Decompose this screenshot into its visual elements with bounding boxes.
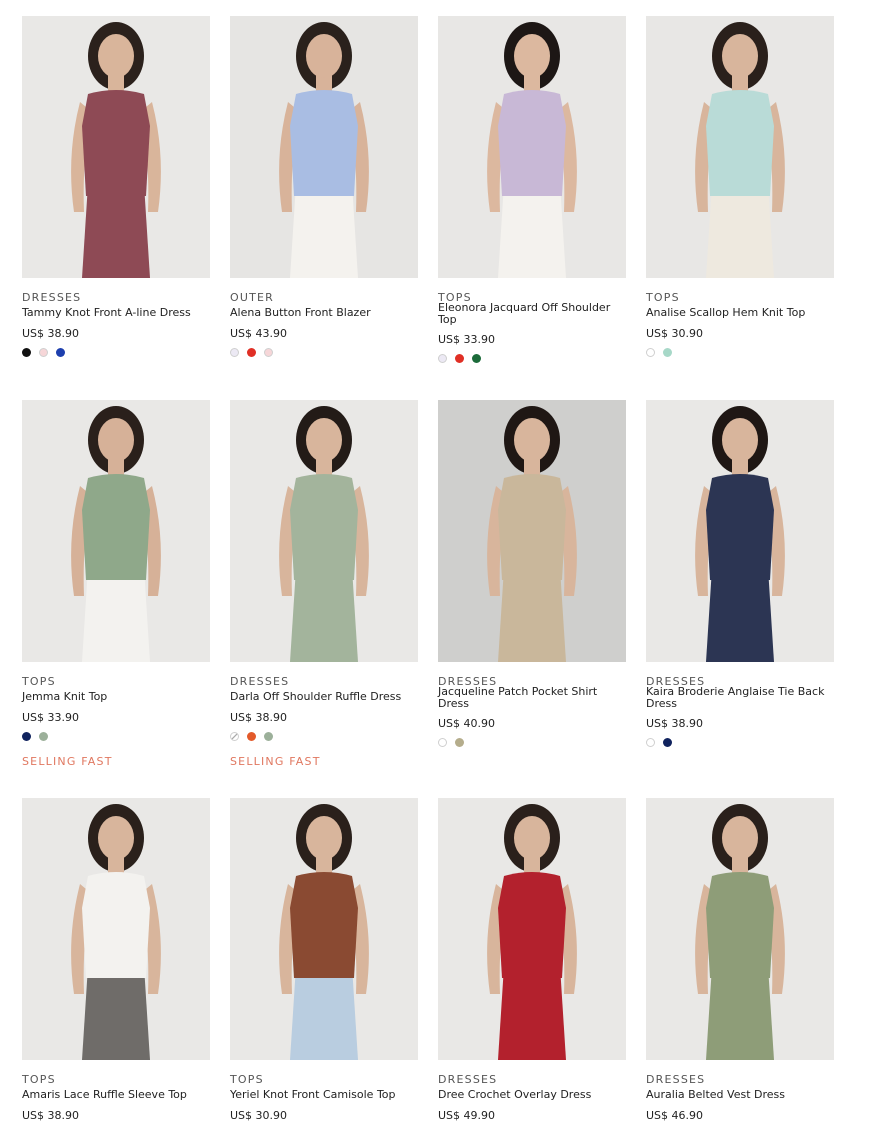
product-card[interactable]: TOPS Amaris Lace Ruffle Sleeve Top US$ 38.… bbox=[22, 798, 210, 1122]
product-card[interactable]: DRESSES Darla Off Shoulder Ruffle Dress US… bbox=[230, 400, 418, 768]
color-swatch[interactable] bbox=[438, 354, 447, 363]
product-name[interactable]: Kaira Broderie Anglaise Tie Back Dress bbox=[646, 686, 834, 710]
product-card[interactable]: DRESSES Tammy Knot Front A-line Dress US$ … bbox=[22, 16, 210, 357]
color-swatch[interactable] bbox=[455, 354, 464, 363]
product-name[interactable]: Yeriel Knot Front Camisole Top bbox=[230, 1089, 418, 1101]
model-figure-illustration bbox=[22, 400, 210, 662]
model-figure-illustration bbox=[230, 400, 418, 662]
product-card[interactable]: OUTER Alena Button Front Blazer US$ 43.90 bbox=[230, 16, 418, 357]
color-swatches bbox=[646, 738, 672, 750]
product-category: DRESSES bbox=[646, 1073, 706, 1086]
product-category: DRESSES bbox=[438, 1073, 498, 1086]
model-figure-illustration bbox=[230, 16, 418, 278]
color-swatch[interactable] bbox=[247, 348, 256, 357]
product-category: DRESSES bbox=[230, 675, 290, 688]
product-category: DRESSES bbox=[22, 291, 82, 304]
product-name[interactable]: Dree Crochet Overlay Dress bbox=[438, 1089, 626, 1101]
color-swatch[interactable] bbox=[39, 348, 48, 357]
product-card[interactable]: TOPS Jemma Knit Top US$ 33.90 SELLING FAST bbox=[22, 400, 210, 768]
model-figure-illustration bbox=[438, 798, 626, 1060]
product-category: TOPS bbox=[646, 291, 680, 304]
product-card[interactable]: TOPS Yeriel Knot Front Camisole Top US$ 30… bbox=[230, 798, 418, 1122]
product-price: US$ 33.90 bbox=[438, 333, 496, 346]
color-swatch[interactable] bbox=[455, 738, 464, 747]
product-price: US$ 38.90 bbox=[646, 717, 704, 730]
product-image[interactable] bbox=[646, 400, 834, 662]
product-image[interactable] bbox=[646, 16, 834, 278]
product-category: TOPS bbox=[22, 1073, 56, 1086]
model-figure-illustration bbox=[646, 798, 834, 1060]
product-image[interactable] bbox=[22, 798, 210, 1060]
color-swatches bbox=[230, 732, 273, 744]
color-swatch[interactable] bbox=[230, 348, 239, 357]
color-swatches bbox=[22, 348, 65, 360]
color-swatch[interactable] bbox=[22, 348, 31, 357]
product-price: US$ 38.90 bbox=[22, 1109, 80, 1122]
product-card[interactable]: TOPS Eleonora Jacquard Off Shoulder Top US… bbox=[438, 16, 626, 363]
color-swatch[interactable] bbox=[39, 732, 48, 741]
color-swatch[interactable] bbox=[646, 738, 655, 747]
selling-fast-badge: SELLING FAST bbox=[22, 755, 113, 768]
color-swatch[interactable] bbox=[663, 738, 672, 747]
product-price: US$ 43.90 bbox=[230, 327, 288, 340]
product-name[interactable]: Darla Off Shoulder Ruffle Dress bbox=[230, 691, 418, 703]
product-name[interactable]: Jemma Knit Top bbox=[22, 691, 210, 703]
model-figure-illustration bbox=[22, 16, 210, 278]
color-swatch[interactable] bbox=[22, 732, 31, 741]
product-price: US$ 49.90 bbox=[438, 1109, 496, 1122]
product-name[interactable]: Tammy Knot Front A-line Dress bbox=[22, 307, 210, 319]
product-price: US$ 38.90 bbox=[230, 711, 288, 724]
product-image[interactable] bbox=[438, 400, 626, 662]
product-price: US$ 38.90 bbox=[22, 327, 80, 340]
product-card[interactable]: DRESSES Jacqueline Patch Pocket Shirt Dre… bbox=[438, 400, 626, 747]
product-price: US$ 40.90 bbox=[438, 717, 496, 730]
product-price: US$ 33.90 bbox=[22, 711, 80, 724]
color-swatches bbox=[230, 348, 273, 360]
model-figure-illustration bbox=[22, 798, 210, 1060]
product-image[interactable] bbox=[438, 16, 626, 278]
product-image[interactable] bbox=[230, 16, 418, 278]
product-card[interactable]: TOPS Analise Scallop Hem Knit Top US$ 30.9… bbox=[646, 16, 834, 357]
color-swatch[interactable] bbox=[472, 354, 481, 363]
color-swatch[interactable] bbox=[56, 348, 65, 357]
color-swatch[interactable] bbox=[264, 348, 273, 357]
color-swatch[interactable] bbox=[663, 348, 672, 357]
product-card[interactable]: DRESSES Auralia Belted Vest Dress US$ 46.9… bbox=[646, 798, 834, 1122]
product-name[interactable]: Jacqueline Patch Pocket Shirt Dress bbox=[438, 686, 626, 710]
color-swatch[interactable] bbox=[438, 738, 447, 747]
model-figure-illustration bbox=[646, 400, 834, 662]
color-swatch[interactable] bbox=[646, 348, 655, 357]
product-name[interactable]: Amaris Lace Ruffle Sleeve Top bbox=[22, 1089, 210, 1101]
product-image[interactable] bbox=[22, 400, 210, 662]
product-price: US$ 30.90 bbox=[230, 1109, 288, 1122]
color-swatch[interactable] bbox=[264, 732, 273, 741]
color-swatches bbox=[22, 732, 48, 744]
product-image[interactable] bbox=[22, 16, 210, 278]
product-image[interactable] bbox=[230, 798, 418, 1060]
product-category: TOPS bbox=[22, 675, 56, 688]
product-price: US$ 46.90 bbox=[646, 1109, 704, 1122]
product-category: TOPS bbox=[230, 1073, 264, 1086]
color-swatch[interactable] bbox=[230, 732, 239, 741]
color-swatch[interactable] bbox=[247, 732, 256, 741]
color-swatches bbox=[646, 348, 672, 360]
model-figure-illustration bbox=[646, 16, 834, 278]
product-name[interactable]: Auralia Belted Vest Dress bbox=[646, 1089, 834, 1101]
color-swatches bbox=[438, 738, 464, 750]
product-card[interactable]: DRESSES Kaira Broderie Anglaise Tie Back … bbox=[646, 400, 834, 747]
product-image[interactable] bbox=[230, 400, 418, 662]
color-swatches bbox=[438, 354, 481, 366]
model-figure-illustration bbox=[438, 16, 626, 278]
product-card[interactable]: DRESSES Dree Crochet Overlay Dress US$ 49.… bbox=[438, 798, 626, 1122]
product-category: OUTER bbox=[230, 291, 275, 304]
product-name[interactable]: Eleonora Jacquard Off Shoulder Top bbox=[438, 302, 626, 326]
product-image[interactable] bbox=[438, 798, 626, 1060]
product-name[interactable]: Alena Button Front Blazer bbox=[230, 307, 418, 319]
model-figure-illustration bbox=[230, 798, 418, 1060]
product-name[interactable]: Analise Scallop Hem Knit Top bbox=[646, 307, 834, 319]
selling-fast-badge: SELLING FAST bbox=[230, 755, 321, 768]
model-figure-illustration bbox=[438, 400, 626, 662]
product-image[interactable] bbox=[646, 798, 834, 1060]
product-price: US$ 30.90 bbox=[646, 327, 704, 340]
